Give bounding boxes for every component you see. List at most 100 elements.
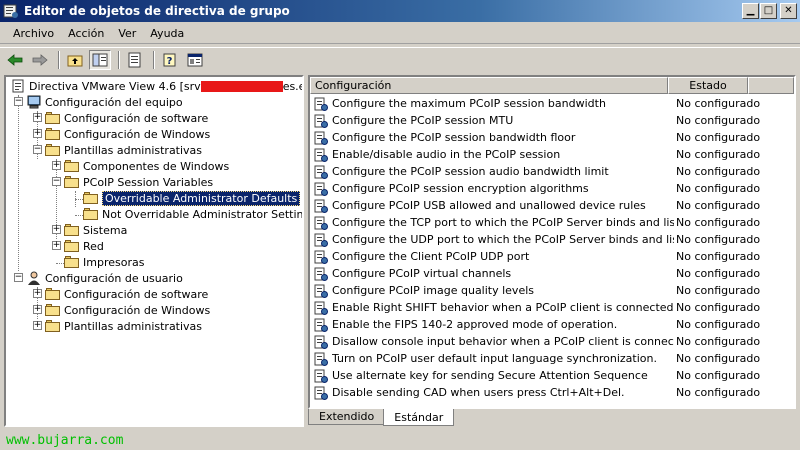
forward-button[interactable]: [29, 50, 51, 70]
collapse-toggle[interactable]: −: [14, 273, 23, 282]
title-bar[interactable]: Editor de objetos de directiva de grupo …: [0, 0, 800, 22]
table-row[interactable]: Configure the UDP port to which the PCoI…: [310, 231, 794, 248]
close-button[interactable]: ✕: [780, 3, 797, 19]
tree-item-software-config[interactable]: Configuración de software: [45, 110, 208, 126]
tree-item-computer-config[interactable]: Configuración del equipo: [26, 94, 183, 110]
menu-archivo[interactable]: Archivo: [6, 27, 61, 40]
table-row[interactable]: Turn on PCoIP user default input languag…: [310, 350, 794, 367]
expand-toggle[interactable]: +: [33, 305, 42, 314]
setting-name: Disable sending CAD when users press Ctr…: [332, 386, 625, 399]
setting-name: Enable Right SHIFT behavior when a PCoIP…: [332, 301, 674, 314]
setting-state: No configurado: [676, 369, 761, 382]
expand-toggle[interactable]: +: [33, 289, 42, 298]
tree-pane[interactable]: Directiva VMware View 4.6 [srv es.es] − C…: [4, 75, 304, 427]
tree-item-network[interactable]: Red: [64, 238, 104, 254]
table-row[interactable]: Configure the Client PCoIP UDP port No co…: [310, 248, 794, 265]
tree-item-user-admin-templates[interactable]: Plantillas administrativas: [45, 318, 202, 334]
tab-extendido[interactable]: Extendido: [308, 409, 386, 425]
tree-item-user-windows-config[interactable]: Configuración de Windows: [45, 302, 210, 318]
policy-setting-icon: [314, 301, 328, 315]
setting-name: Configure PCoIP USB allowed and unallowe…: [332, 199, 646, 212]
table-row[interactable]: Enable Right SHIFT behavior when a PCoIP…: [310, 299, 794, 316]
column-header-configuracion[interactable]: Configuración: [310, 77, 668, 94]
menu-ayuda[interactable]: Ayuda: [143, 27, 191, 40]
tree-item-label: Configuración del equipo: [45, 95, 183, 109]
table-row[interactable]: Configure PCoIP image quality levels No c…: [310, 282, 794, 299]
up-level-button[interactable]: [64, 50, 86, 70]
table-row[interactable]: Configure the PCoIP session audio bandwi…: [310, 163, 794, 180]
menu-bar: Archivo Acción Ver Ayuda: [0, 24, 800, 44]
setting-state: No configurado: [676, 114, 761, 127]
tree-item-label: Plantillas administrativas: [64, 319, 203, 333]
expand-toggle[interactable]: +: [52, 225, 61, 234]
user-icon: [28, 271, 40, 285]
tree-item-not-overridable-settings[interactable]: Not Overridable Administrator Settings: [83, 206, 302, 222]
expand-toggle[interactable]: +: [33, 129, 42, 138]
policy-setting-icon: [314, 250, 328, 264]
tree-item-printers[interactable]: Impresoras: [64, 254, 144, 270]
setting-state: No configurado: [676, 199, 761, 212]
collapse-toggle[interactable]: −: [14, 97, 23, 106]
show-hide-tree-button[interactable]: [89, 49, 111, 70]
setting-name: Enable the FIPS 140-2 approved mode of o…: [332, 318, 618, 331]
collapse-toggle[interactable]: −: [52, 177, 61, 186]
folder-icon: [45, 303, 61, 317]
expand-toggle[interactable]: +: [33, 113, 42, 122]
column-header-estado[interactable]: Estado: [668, 77, 748, 94]
table-row[interactable]: Configure PCoIP USB allowed and unallowe…: [310, 197, 794, 214]
setting-state: No configurado: [676, 233, 761, 246]
tree-item-label: Configuración de Windows: [64, 127, 211, 141]
table-row[interactable]: Configure PCoIP virtual channels No confi…: [310, 265, 794, 282]
tree-item-system[interactable]: Sistema: [64, 222, 127, 238]
tree-item-user-config[interactable]: Configuración de usuario: [26, 270, 183, 286]
menu-accion[interactable]: Acción: [61, 27, 111, 40]
setting-state: No configurado: [676, 148, 761, 161]
policy-setting-icon: [314, 233, 328, 247]
help-button[interactable]: ?: [159, 50, 181, 70]
policy-setting-icon: [314, 165, 328, 179]
tree-item-label: Overridable Administrator Defaults: [102, 190, 301, 206]
tree-root[interactable]: Directiva VMware View 4.6 [srv es.es]: [10, 78, 302, 94]
table-row[interactable]: Enable/disable audio in the PCoIP sessio…: [310, 146, 794, 163]
tree-item-pcoip-session-variables[interactable]: PCoIP Session Variables: [64, 174, 213, 190]
status-bar: www.bujarra.com: [0, 430, 800, 450]
policy-setting-icon: [314, 335, 328, 349]
toolbar-separator: [153, 50, 155, 69]
expand-toggle[interactable]: +: [52, 241, 61, 250]
table-row[interactable]: Configure the PCoIP session bandwidth fl…: [310, 129, 794, 146]
settings-list[interactable]: Configuración Estado Configure the maxim…: [308, 75, 796, 409]
table-row[interactable]: Configure PCoIP session encryption algor…: [310, 180, 794, 197]
help-icon: ?: [163, 53, 176, 67]
table-row[interactable]: Use alternate key for sending Secure Att…: [310, 367, 794, 384]
table-row[interactable]: Disable sending CAD when users press Ctr…: [310, 384, 794, 401]
tree-item-admin-templates[interactable]: Plantillas administrativas: [45, 142, 202, 158]
toolbar: ?: [0, 47, 800, 71]
maximize-button[interactable]: □: [760, 3, 777, 19]
open-folder-icon: [64, 175, 80, 189]
setting-name: Configure the PCoIP session MTU: [332, 114, 514, 127]
expand-toggle[interactable]: +: [52, 161, 61, 170]
tab-estandar[interactable]: Estándar: [383, 409, 455, 426]
collapse-toggle[interactable]: −: [33, 145, 42, 154]
back-button[interactable]: [4, 50, 26, 70]
table-row[interactable]: Configure the TCP port to which the PCoI…: [310, 214, 794, 231]
policy-setting-icon: [314, 114, 328, 128]
tree-item-windows-components[interactable]: Componentes de Windows: [64, 158, 229, 174]
table-row[interactable]: Enable the FIPS 140-2 approved mode of o…: [310, 316, 794, 333]
tree-item-windows-config[interactable]: Configuración de Windows: [45, 126, 210, 142]
close-icon: ✕: [784, 5, 793, 16]
expand-toggle[interactable]: +: [33, 321, 42, 330]
table-row[interactable]: Disallow console input behavior when a P…: [310, 333, 794, 350]
minimize-button[interactable]: ▁: [742, 3, 759, 19]
menu-ver[interactable]: Ver: [111, 27, 143, 40]
table-row[interactable]: Configure the maximum PCoIP session band…: [310, 95, 794, 112]
folder-icon: [45, 319, 61, 333]
properties-button[interactable]: [184, 50, 206, 70]
tree-item-overridable-defaults[interactable]: Overridable Administrator Defaults: [83, 190, 301, 206]
folder-icon: [64, 159, 80, 173]
policy-setting-icon: [314, 284, 328, 298]
tree-item-user-software-config[interactable]: Configuración de software: [45, 286, 208, 302]
table-row[interactable]: Configure the PCoIP session MTU No config…: [310, 112, 794, 129]
export-list-button[interactable]: [124, 50, 146, 70]
setting-state: No configurado: [676, 335, 761, 348]
